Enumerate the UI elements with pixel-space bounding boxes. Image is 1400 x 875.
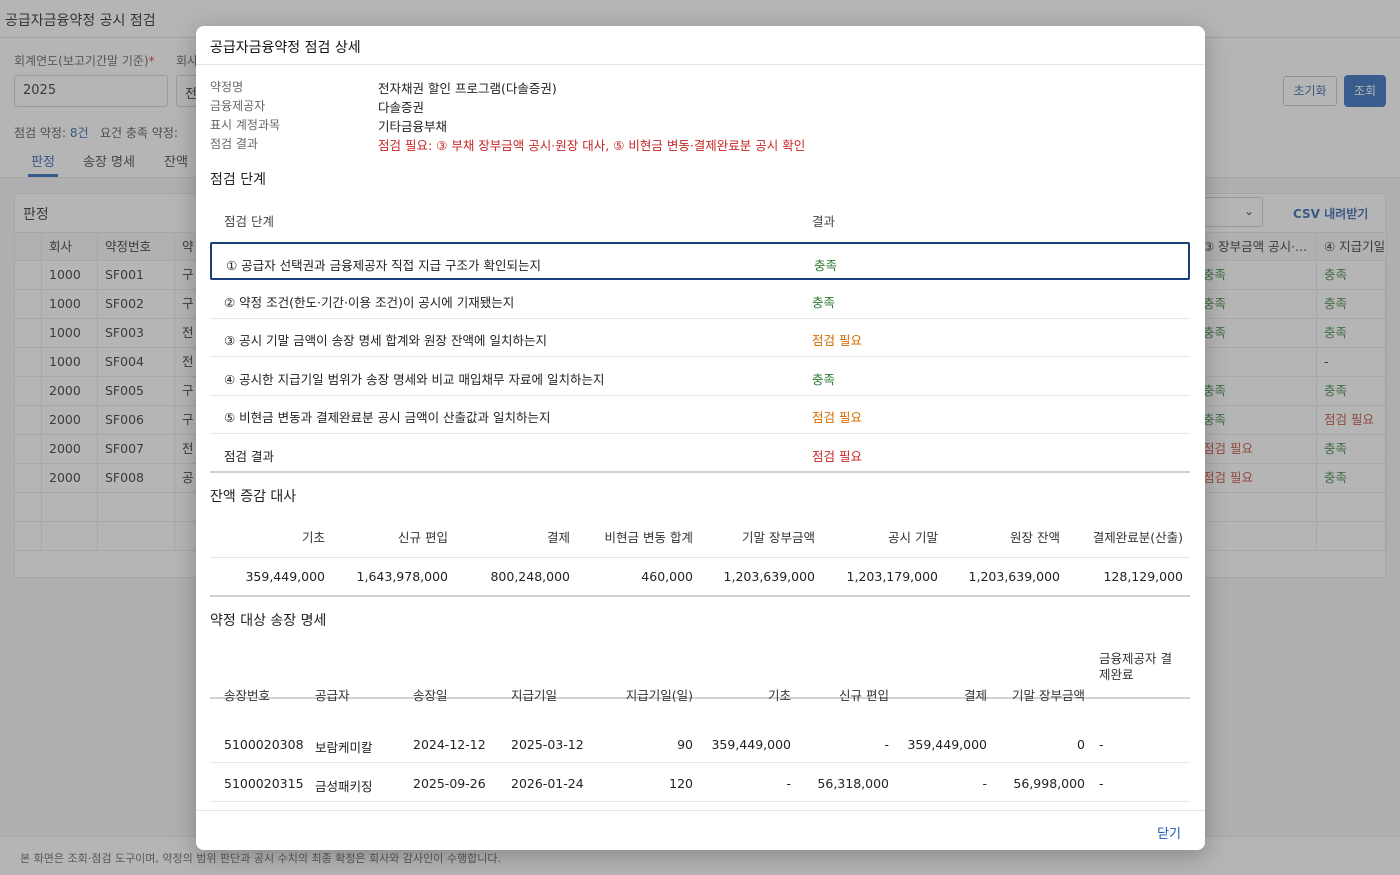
invoice-cell: - [982, 775, 987, 791]
invoice-cell: - [884, 737, 889, 752]
balance-col-header: 원장 잔액 [1010, 530, 1060, 545]
step-text: ③ 공시 기말 금액이 송장 명세 합계와 원장 잔액에 일치하는지 [224, 333, 547, 348]
invoice-cell: 0 [1077, 737, 1085, 752]
invoice-col-header: 지급기일(일) [625, 688, 693, 703]
overall-result: 점검 필요: ③ 부채 장부금액 공시·원장 대사, ⑤ 비현금 변동·결제완료… [378, 138, 806, 153]
steps-summary-row[interactable]: 점검 결과 점검 필요 [210, 435, 1190, 473]
step-result: 점검 필요 [812, 410, 862, 425]
invoice-cell: 90 [677, 737, 693, 752]
col-step: 점검 단계 [224, 214, 274, 229]
invoice-cell: 120 [669, 775, 693, 791]
step-row[interactable]: ① 공급자 선택권과 금융제공자 직접 지급 구조가 확인되는지 충족 [210, 242, 1190, 280]
invoice-col-header: 결제 [963, 688, 987, 703]
balance-value: 1,203,179,000 [846, 569, 938, 584]
step-result: 점검 필요 [812, 333, 862, 348]
invoice-col-header: 지급기일 [511, 688, 558, 703]
balance-value: 128,129,000 [1103, 569, 1183, 584]
modal-footer: 닫기 [196, 810, 1205, 850]
invoice-cell: 359,449,000 [907, 737, 987, 752]
invoice-col-header: 공급자 [315, 688, 350, 703]
step-result: 점검 필요 [812, 448, 862, 464]
invoice-col-header: 기초 [767, 688, 791, 703]
steps-table-header: 점검 단계 결과 [210, 199, 1190, 239]
balance-value: 359,449,000 [245, 569, 325, 584]
balance-col-header: 결제완료분(산출) [1092, 530, 1183, 545]
col-result: 결과 [812, 214, 836, 229]
balance-col-header: 신규 편입 [398, 530, 448, 545]
balance-value: 1,203,639,000 [723, 569, 815, 584]
step-row[interactable]: ② 약정 조건(한도·기간·이용 조건)이 공시에 기재됐는지 충족 [210, 281, 1190, 319]
balance-value: 1,643,978,000 [356, 569, 448, 584]
detail-modal: 공급자금융약정 점검 상세 약정명 전자채권 할인 프로그램(다솔증권) 금융제… [196, 26, 1205, 850]
invoice-cell: - [1099, 775, 1104, 791]
balance-col-header: 기말 장부금액 [742, 530, 815, 545]
steps-section-title: 점검 단계 [210, 172, 266, 188]
invoice-cell: 5100020308 [224, 737, 304, 752]
step-result: 충족 [812, 294, 836, 310]
step-text: ② 약정 조건(한도·기간·이용 조건)이 공시에 기재됐는지 [224, 294, 515, 310]
step-text: 점검 결과 [224, 448, 274, 464]
close-button[interactable]: 닫기 [1157, 823, 1181, 842]
invoice-cell: 금성패키징 [315, 778, 373, 794]
modal-header: 공급자금융약정 점검 상세 [196, 26, 1205, 65]
invoice-cell: 359,449,000 [711, 737, 791, 752]
balance-value: 800,248,000 [490, 569, 570, 584]
invoice-cell: - [1099, 737, 1104, 752]
step-text: ⑤ 비현금 변동과 결제완료분 공시 금액이 산출값과 일치하는지 [224, 410, 551, 425]
invoice-cell: 2026-01-24 [511, 775, 584, 791]
balance-col-header: 비현금 변동 합계 [604, 530, 693, 545]
invoice-cell: 2025-09-26 [413, 775, 486, 791]
invoice-cell: 5100020315 [224, 775, 304, 791]
invoice-cell: 56,998,000 [1013, 775, 1085, 791]
invoice-cell: 2024-12-12 [413, 737, 486, 752]
invoice-section-title: 약정 대상 송장 명세 [210, 613, 327, 629]
invoice-cell: 2025-03-12 [511, 737, 584, 752]
invoice-col-header: 송장일 [413, 688, 448, 703]
step-row[interactable]: ③ 공시 기말 금액이 송장 명세 합계와 원장 잔액에 일치하는지 점검 필요 [210, 319, 1190, 357]
step-row[interactable]: ⑤ 비현금 변동과 결제완료분 공시 금액이 산출값과 일치하는지 점검 필요 [210, 396, 1190, 434]
invoice-col-header: 송장번호 [224, 688, 271, 703]
step-text: ④ 공시한 지급기일 범위가 송장 명세와 비교 매입채무 자료에 일치하는지 [224, 371, 605, 387]
step-result: 충족 [814, 258, 838, 273]
step-result: 충족 [812, 371, 836, 387]
invoice-row[interactable]: 5100020308 보람케미칼 2024-12-12 2025-03-12 90 359… [210, 725, 1190, 763]
invoice-col-header: 금융제공자 결제완료 [1099, 651, 1172, 682]
balance-value: 1,203,639,000 [968, 569, 1060, 584]
invoice-col-header: 기말 장부금액 [1012, 688, 1085, 703]
invoice-row[interactable]: 5100020315 금성패키징 2025-09-26 2026-01-24 120-5… [210, 764, 1190, 802]
balance-col-header: 결제 [546, 530, 570, 545]
invoice-cell: 56,318,000 [817, 775, 889, 791]
invoice-cell: - [786, 775, 791, 791]
balance-section-title: 잔액 증감 대사 [210, 489, 297, 505]
step-text: ① 공급자 선택권과 금융제공자 직접 지급 구조가 확인되는지 [226, 258, 542, 273]
step-row[interactable]: ④ 공시한 지급기일 범위가 송장 명세와 비교 매입채무 자료에 일치하는지 충… [210, 358, 1190, 396]
modal-title: 공급자금융약정 점검 상세 [210, 40, 361, 56]
invoice-col-header: 신규 편입 [839, 688, 889, 703]
balance-col-header: 공시 기말 [888, 530, 938, 545]
balance-value: 460,000 [641, 569, 693, 584]
balance-col-header: 기초 [301, 530, 325, 545]
invoice-cell: 보람케미칼 [315, 740, 373, 755]
